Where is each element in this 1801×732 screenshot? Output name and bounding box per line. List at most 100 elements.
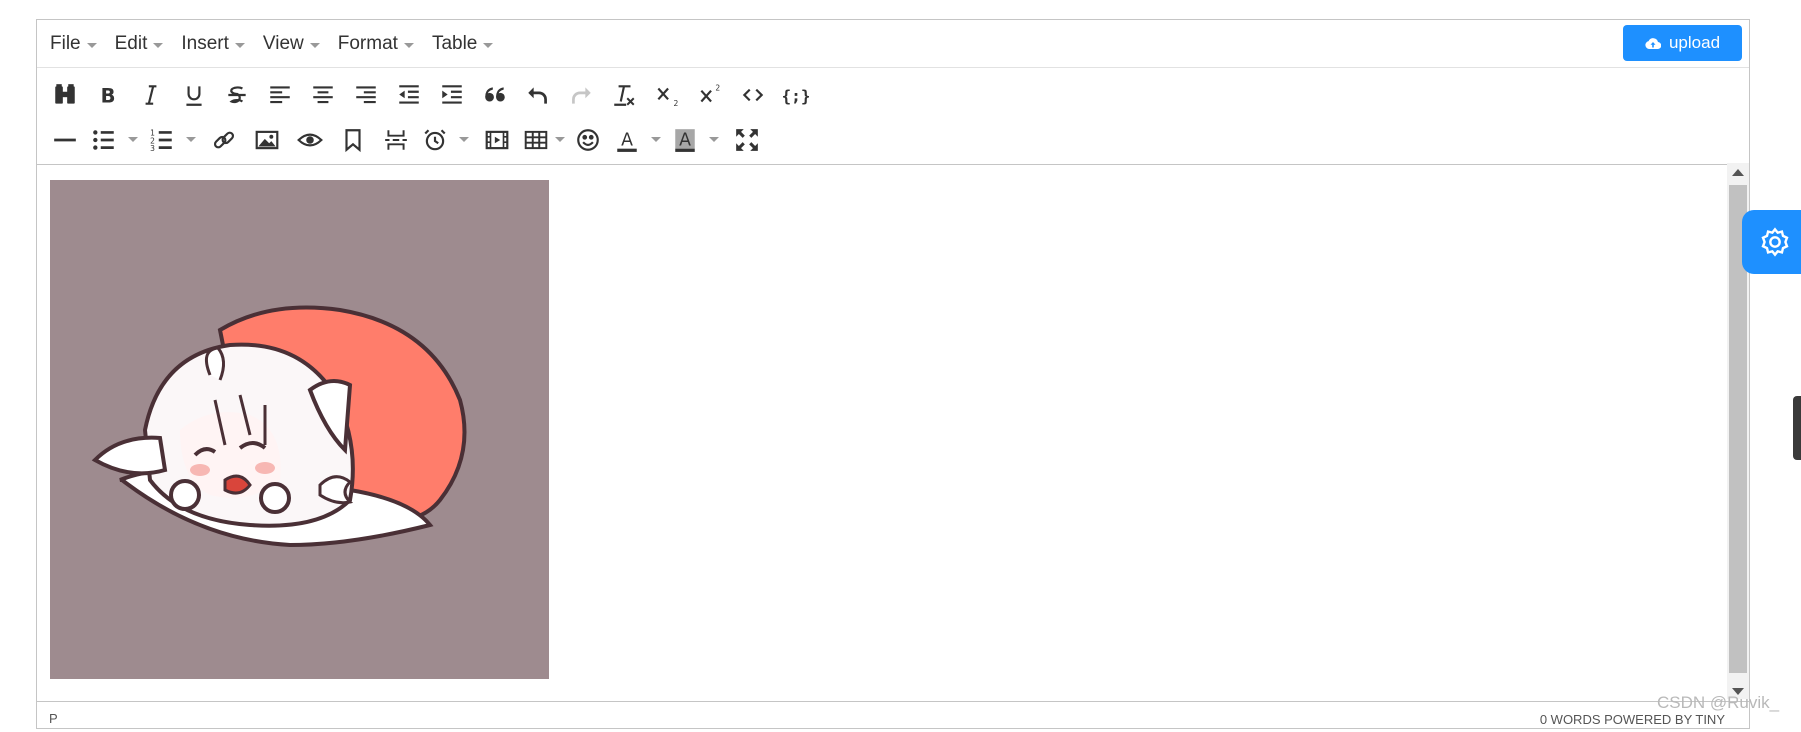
upload-button[interactable]: upload — [1623, 25, 1742, 61]
caret-down-icon — [459, 137, 469, 142]
code-sample-icon: {;} — [783, 86, 809, 105]
find-replace-button[interactable] — [43, 76, 86, 114]
underline-button[interactable] — [172, 76, 215, 114]
anchor-button[interactable] — [331, 121, 374, 159]
numbered-list-button[interactable]: 123 — [144, 121, 180, 159]
bold-button[interactable]: B — [86, 76, 129, 114]
numbered-list-split-button[interactable]: 123 — [144, 121, 202, 159]
svg-text:A: A — [679, 130, 691, 150]
side-panel-handle[interactable] — [1793, 396, 1801, 460]
code-sample-button[interactable]: {;} — [774, 76, 817, 114]
fullscreen-icon — [735, 128, 758, 151]
numbered-list-icon: 123 — [150, 128, 172, 152]
media-icon — [485, 130, 508, 149]
menu-format[interactable]: Format — [329, 27, 423, 61]
page-break-button[interactable] — [374, 121, 417, 159]
scroll-up-arrow-icon[interactable] — [1732, 169, 1744, 176]
element-path[interactable]: P — [49, 711, 58, 726]
italic-button[interactable] — [129, 76, 172, 114]
align-right-button[interactable] — [344, 76, 387, 114]
statusbar: P 0 WORDS POWERED BY TINY — [37, 701, 1751, 732]
preview-button[interactable] — [288, 121, 331, 159]
link-button[interactable] — [202, 121, 245, 159]
indent-button[interactable] — [430, 76, 473, 114]
background-color-button[interactable]: A — [667, 121, 703, 159]
toolbar-row-2: 123 A A — [43, 117, 1749, 162]
text-color-dropdown[interactable] — [645, 121, 667, 159]
menu-insert[interactable]: Insert — [172, 27, 254, 61]
outdent-button[interactable] — [387, 76, 430, 114]
table-button[interactable] — [518, 121, 554, 159]
menu-file[interactable]: File — [41, 27, 106, 61]
settings-button[interactable] — [1742, 210, 1801, 274]
insert-datetime-split-button[interactable] — [417, 121, 475, 159]
menu-view[interactable]: View — [254, 27, 329, 61]
toolbar-row-1: B 2 2 ;} — [43, 72, 1749, 117]
menu-edit[interactable]: Edit — [106, 27, 173, 61]
strikethrough-icon — [227, 85, 246, 103]
subscript-button[interactable]: 2 — [645, 76, 688, 114]
insert-datetime-dropdown[interactable] — [453, 121, 475, 159]
bullet-list-split-button[interactable] — [86, 121, 144, 159]
align-left-button[interactable] — [258, 76, 301, 114]
bullet-list-button[interactable] — [86, 121, 122, 159]
superscript-button[interactable]: 2 — [688, 76, 731, 114]
undo-icon — [527, 86, 547, 104]
redo-button[interactable] — [559, 76, 602, 114]
bullet-list-dropdown[interactable] — [122, 121, 144, 159]
source-code-icon — [742, 88, 763, 101]
svg-text:B: B — [100, 84, 115, 107]
source-code-button[interactable] — [731, 76, 774, 114]
svg-text:2: 2 — [673, 98, 678, 107]
content-image[interactable] — [50, 180, 549, 679]
svg-text:2: 2 — [715, 83, 720, 92]
caret-down-icon — [709, 137, 719, 142]
svg-text:A: A — [621, 130, 633, 150]
align-center-icon — [312, 85, 333, 103]
caret-down-icon — [651, 137, 661, 142]
anchor-icon — [344, 128, 361, 152]
image-button[interactable] — [245, 121, 288, 159]
fullscreen-button[interactable] — [725, 121, 768, 159]
blockquote-button[interactable] — [473, 76, 516, 114]
watermark: CSDN @Ruvik_ — [1657, 693, 1780, 712]
image-icon — [255, 130, 278, 149]
toolbar: B 2 2 ;} 1 2 3 A A — [37, 68, 1749, 165]
media-button[interactable] — [475, 121, 518, 159]
strikethrough-button[interactable] — [215, 76, 258, 114]
insert-datetime-button[interactable] — [417, 121, 453, 159]
table-dropdown[interactable] — [554, 121, 566, 159]
text-color-split-button[interactable]: A — [609, 121, 667, 159]
undo-button[interactable] — [516, 76, 559, 114]
background-color-split-button[interactable]: A — [667, 121, 725, 159]
find-replace-icon — [54, 83, 75, 104]
horizontal-rule-button[interactable] — [43, 121, 86, 159]
caret-down-icon — [483, 42, 494, 48]
editor-content[interactable] — [37, 161, 1723, 700]
align-right-icon — [355, 85, 376, 103]
preview-icon — [296, 133, 323, 146]
align-center-button[interactable] — [301, 76, 344, 114]
table-split-button[interactable] — [518, 121, 566, 159]
link-icon — [213, 131, 234, 148]
menu-table[interactable]: Table — [423, 27, 502, 61]
word-count: 0 WORDS POWERED BY TINY — [1539, 712, 1725, 727]
indent-icon — [441, 84, 462, 104]
bold-icon: B — [100, 84, 115, 107]
remove-format-icon — [613, 84, 634, 106]
bullet-list-icon — [93, 129, 114, 150]
caret-down-icon — [128, 137, 138, 142]
sleeping-girl-illustration — [91, 305, 467, 548]
svg-text:3: 3 — [150, 143, 155, 152]
emoticons-button[interactable] — [566, 121, 609, 159]
redo-icon — [571, 86, 591, 104]
svg-text:{;}: {;} — [783, 86, 809, 105]
background-color-dropdown[interactable] — [703, 121, 725, 159]
numbered-list-dropdown[interactable] — [180, 121, 202, 159]
caret-down-icon — [309, 42, 320, 48]
align-left-icon — [269, 85, 290, 103]
text-color-icon: A — [617, 130, 637, 152]
text-color-button[interactable]: A — [609, 121, 645, 159]
blockquote-icon — [484, 86, 505, 101]
remove-format-button[interactable] — [602, 76, 645, 114]
